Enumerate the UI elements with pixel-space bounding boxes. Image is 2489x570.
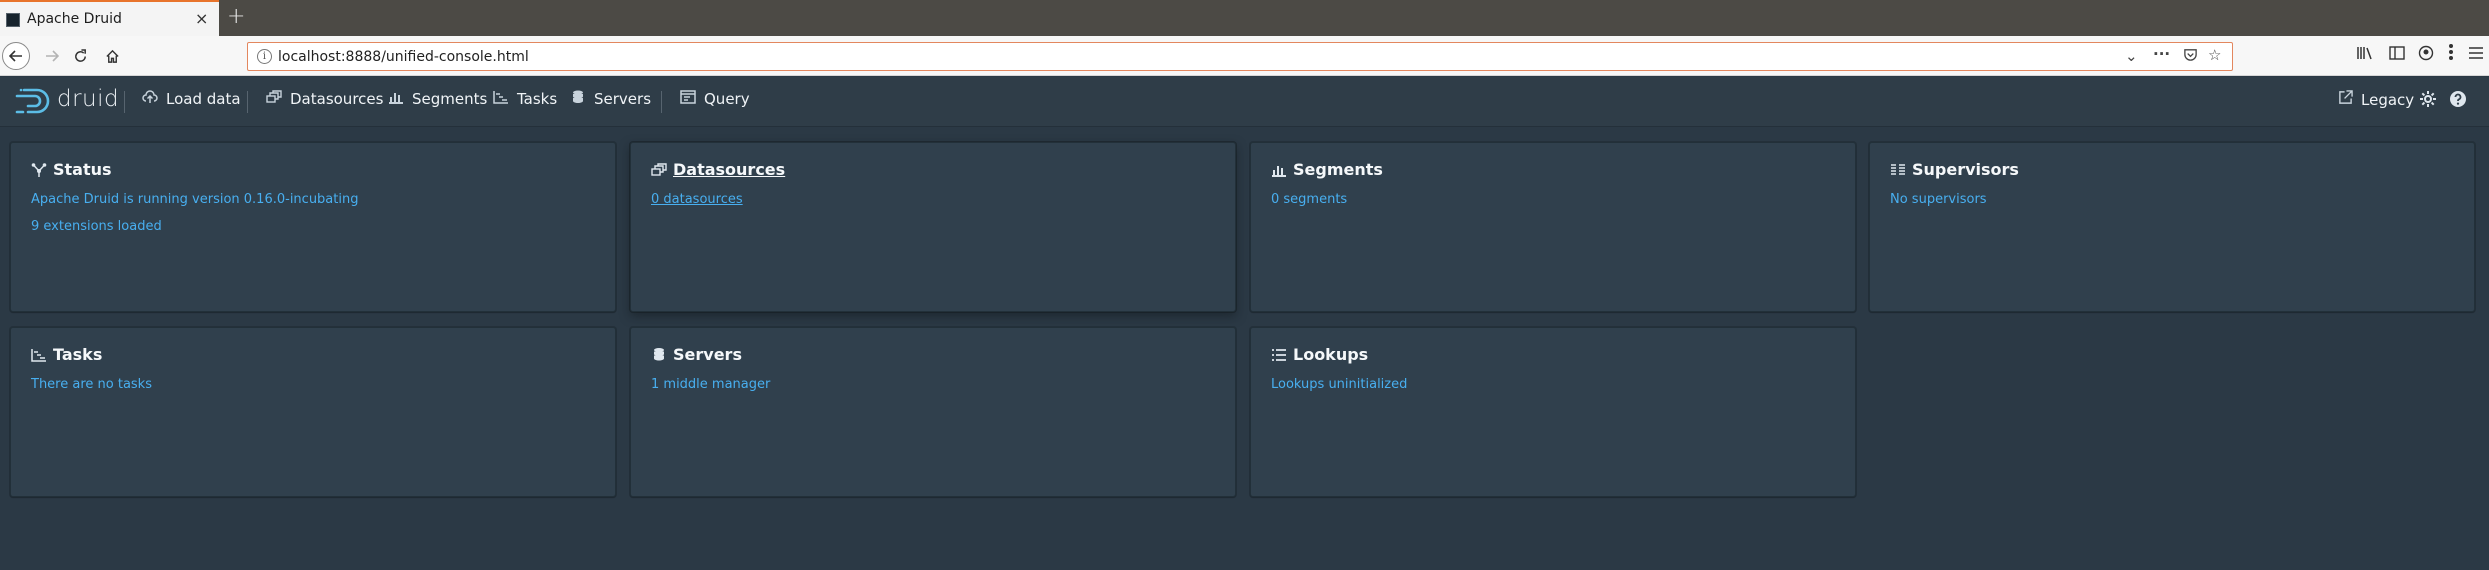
database-icon [569,90,587,108]
hamburger-menu-icon[interactable] [2468,45,2484,64]
nav-load-data[interactable]: Load data [141,90,241,108]
segments-card[interactable]: Segments 0 segments [1250,142,1856,312]
multi-select-icon [650,161,667,178]
status-extensions: 9 extensions loaded [31,219,162,234]
url-text[interactable]: localhost:8888/unified-console.html [278,49,529,65]
share-icon [2336,90,2354,109]
legacy-link[interactable]: Legacy [2336,90,2414,109]
cloud-upload-icon [141,90,159,108]
back-button[interactable] [2,42,30,70]
browser-tab-strip: Apache Druid × + [0,0,2489,36]
extension-icon[interactable] [2444,42,2458,66]
druid-logo-text[interactable]: druid [57,86,119,112]
site-info-icon[interactable]: i [257,49,272,64]
nav-tasks-label: Tasks [517,90,558,108]
datasources-count: 0 datasources [651,192,743,207]
segments-title: Segments [1293,160,1383,179]
arrow-left-icon [9,50,22,62]
servers-card[interactable]: Servers 1 middle manager [630,327,1236,497]
gantt-chart-icon [492,90,510,108]
supervisors-title: Supervisors [1912,160,2019,179]
nav-query[interactable]: Query [679,90,750,108]
home-button[interactable] [98,42,126,70]
settings-cog-icon[interactable] [2419,90,2437,108]
reload-icon [74,48,86,62]
nav-datasources-label: Datasources [290,90,384,108]
sidebar-icon[interactable] [2389,45,2405,64]
multi-select-icon [265,90,283,108]
druid-header: druid Load data Datasources Segments Tas… [0,77,2489,127]
druid-logo-icon [15,88,50,114]
header-divider [661,91,662,113]
tasks-title: Tasks [53,345,103,364]
nav-tasks[interactable]: Tasks [492,90,557,108]
library-icon[interactable] [2356,45,2374,65]
nav-query-label: Query [704,90,750,108]
chevron-down-icon[interactable]: ⌄ [2125,47,2138,65]
properties-icon [1270,346,1287,363]
supervisors-count: No supervisors [1890,192,1987,207]
lookups-title: Lookups [1293,345,1369,364]
list-columns-icon [1889,161,1906,178]
application-icon [679,90,697,108]
legacy-label: Legacy [2361,90,2415,109]
tasks-count: There are no tasks [31,377,152,392]
lookups-status: Lookups uninitialized [1271,377,1408,392]
browser-toolbar: i localhost:8888/unified-console.html ⌄ … [0,36,2489,76]
nav-datasources[interactable]: Datasources [265,90,383,108]
account-icon[interactable] [2418,45,2434,65]
stacked-chart-icon [1270,161,1287,178]
lookups-card[interactable]: Lookups Lookups uninitialized [1250,327,1856,497]
status-version: Apache Druid is running version 0.16.0-i… [31,192,359,207]
gantt-chart-icon [30,346,47,363]
graph-icon [30,161,47,178]
supervisors-card[interactable]: Supervisors No supervisors [1869,142,2475,312]
datasources-title: Datasources [673,160,786,179]
status-title: Status [53,160,112,179]
tab-title: Apache Druid [27,11,122,27]
nav-segments-label: Segments [412,90,488,108]
druid-logo[interactable] [14,87,52,119]
new-tab-button[interactable]: + [227,4,245,29]
database-icon [650,346,667,363]
servers-title: Servers [673,345,742,364]
reload-button[interactable] [66,42,94,70]
help-icon[interactable] [2449,90,2467,108]
bookmark-star-icon[interactable]: ☆ [2208,46,2221,64]
browser-tab[interactable]: Apache Druid × [0,0,219,36]
home-icon [105,49,119,63]
servers-count: 1 middle manager [651,377,771,392]
arrow-right-icon [46,50,59,62]
page-actions-icon[interactable]: ··· [2153,45,2170,63]
nav-servers[interactable]: Servers [569,90,651,108]
header-divider [124,91,125,113]
close-tab-icon[interactable]: × [195,9,208,28]
nav-segments[interactable]: Segments [387,90,487,108]
segments-count: 0 segments [1271,192,1348,207]
stacked-chart-icon [387,90,405,108]
tasks-card[interactable]: Tasks There are no tasks [10,327,616,497]
nav-servers-label: Servers [594,90,652,108]
header-divider [247,91,248,113]
forward-button[interactable] [38,42,66,70]
status-card[interactable]: Status Apache Druid is running version 0… [10,142,616,312]
druid-favicon-icon [6,13,20,27]
nav-load-data-label: Load data [166,90,241,108]
datasources-card[interactable]: Datasources 0 datasources [630,142,1236,312]
address-bar[interactable]: i localhost:8888/unified-console.html ⌄ … [247,42,2233,71]
pocket-icon[interactable] [2183,47,2198,66]
